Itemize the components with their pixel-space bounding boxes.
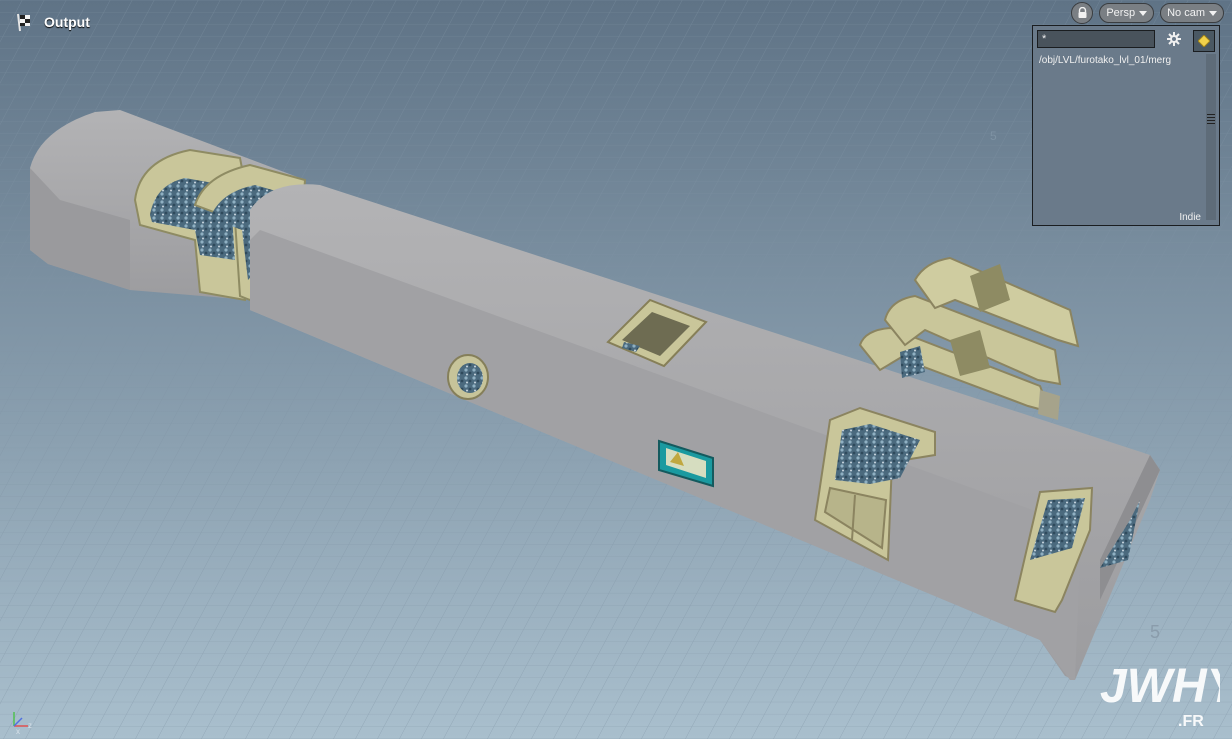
display-toggle-button[interactable] [1193,30,1215,52]
view-menu-label: Persp [1106,7,1136,19]
checkered-flag-icon [14,11,36,33]
axis-gizmo: x z [13,712,32,734]
object-filter-input[interactable] [1037,30,1155,48]
scrollbar-grip[interactable] [1207,114,1215,126]
panel-scrollbar[interactable] [1206,54,1216,220]
porthole [447,354,489,400]
object-path: /obj/LVL/furotako_lvl_01/merg [1039,55,1172,66]
node-title: Output [44,14,90,30]
diamond-icon [1198,35,1210,47]
chevron-down-icon [1139,10,1148,16]
view-menu-button[interactable]: Persp [1099,3,1155,23]
gear-icon [1166,31,1182,47]
license-label: Indie [1179,212,1201,223]
watermark-text: JWHY [1100,660,1220,713]
filter-options-button[interactable] [1165,30,1183,48]
grid-label: 5 [990,129,997,143]
lock-camera-button[interactable] [1071,2,1094,24]
camera-menu-label: No cam [1167,7,1205,19]
axis-x-label: x [16,727,20,734]
3d-viewport[interactable]: 5 5 Output Persp No cam * /obj/LVL/furot… [0,0,1232,739]
chevron-down-icon [1209,10,1217,16]
watermark-logo: JWHY .FR [1100,660,1220,730]
lock-icon [1077,7,1088,19]
display-filter-panel: /obj/LVL/furotako_lvl_01/merg Indie [1032,25,1220,226]
viewport-header-left: Output [14,10,90,34]
watermark-sub: .FR [1178,713,1204,730]
axis-z-label: z [28,721,32,730]
camera-menu-button[interactable]: No cam [1160,3,1224,23]
grid-label: 5 [1150,622,1160,642]
viewport-header-right: Persp No cam [1071,2,1224,24]
